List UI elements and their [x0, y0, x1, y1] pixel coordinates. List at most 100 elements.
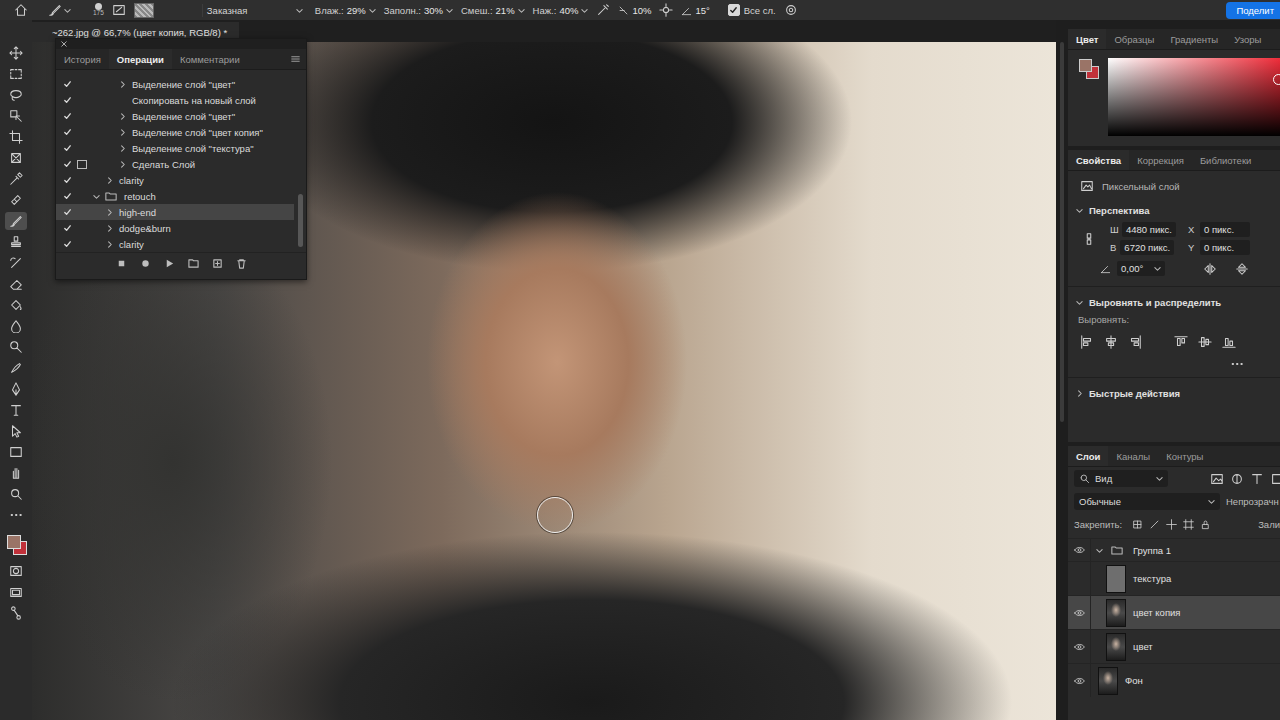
toggle-item-checkbox[interactable] — [60, 144, 74, 153]
layer-row[interactable]: Фон — [1068, 663, 1280, 697]
image-filter-icon[interactable] — [1210, 472, 1224, 486]
option-field[interactable]: Смеш.: 21% — [461, 5, 525, 16]
section-header[interactable]: Выровнять и распределить — [1068, 291, 1280, 314]
angle-field[interactable]: 15° — [681, 5, 709, 16]
tool-button[interactable] — [5, 212, 27, 230]
action-row[interactable]: Выделение слой "цвет" — [56, 76, 294, 92]
chevron-icon[interactable] — [1096, 547, 1103, 554]
checkbox[interactable] — [728, 4, 740, 16]
tool-button[interactable] — [5, 191, 27, 209]
align-icon[interactable] — [1080, 335, 1094, 349]
blend-mode-select[interactable]: Обычные — [1074, 493, 1220, 510]
expand-toggle[interactable] — [103, 209, 115, 216]
align-icon[interactable] — [1128, 335, 1142, 349]
panel-tab[interactable]: Градиенты — [1162, 29, 1226, 49]
expand-toggle[interactable] — [116, 113, 128, 120]
toggle-item-checkbox[interactable] — [60, 176, 74, 185]
brush-settings-icon[interactable] — [112, 3, 126, 17]
action-row[interactable]: Сделать Слой — [56, 156, 294, 172]
tool-button[interactable] — [5, 44, 27, 62]
record-icon[interactable] — [140, 258, 151, 269]
panel-tab[interactable]: Свойства — [1068, 150, 1129, 170]
tool-button[interactable] — [5, 233, 27, 251]
number-input[interactable]: 0 пикс. — [1200, 222, 1250, 237]
visibility-toggle[interactable] — [1068, 539, 1091, 561]
lock-artboard-icon[interactable] — [1183, 519, 1194, 530]
tool-button[interactable] — [5, 401, 27, 419]
number-input[interactable]: 0 пикс. — [1200, 240, 1250, 255]
action-row[interactable]: Выделение слой "цвет копия" — [56, 124, 294, 140]
shape-filter-icon[interactable] — [1270, 472, 1280, 486]
home-icon[interactable] — [14, 3, 28, 17]
panel-tab[interactable]: Коррекция — [1129, 150, 1192, 170]
mix-preset-select[interactable]: Заказная — [202, 4, 307, 17]
new-set-folder-icon[interactable] — [188, 258, 199, 269]
lock-pixels-icon[interactable] — [1132, 519, 1143, 530]
align-icon[interactable] — [1104, 335, 1118, 349]
lock-position-icon[interactable] — [1166, 519, 1177, 530]
toggle-item-checkbox[interactable] — [60, 96, 74, 105]
panel-tab[interactable]: Образцы — [1106, 29, 1162, 49]
toggle-item-checkbox[interactable] — [60, 128, 74, 137]
panel-tab[interactable]: История — [56, 49, 109, 69]
dialog-toggle[interactable] — [74, 160, 90, 169]
layer-row[interactable]: Группа 1 — [1068, 538, 1280, 561]
align-icon[interactable] — [1198, 335, 1212, 349]
tool-button[interactable] — [5, 464, 27, 482]
play-icon[interactable] — [164, 258, 175, 269]
tool-button[interactable] — [5, 65, 27, 83]
tool-button[interactable] — [5, 380, 27, 398]
lock-image-icon[interactable] — [1149, 519, 1160, 530]
toggle-item-checkbox[interactable] — [60, 160, 74, 169]
align-icon[interactable] — [1174, 335, 1188, 349]
tool-button[interactable] — [5, 170, 27, 188]
smoothing-gear-icon[interactable] — [659, 3, 673, 17]
panel-tab[interactable]: Узоры — [1226, 29, 1269, 49]
color-field[interactable] — [1108, 58, 1280, 136]
panel-tab[interactable]: Цвет — [1068, 29, 1106, 49]
visibility-toggle[interactable] — [1068, 562, 1091, 595]
tool-button[interactable] — [5, 485, 27, 503]
new-action-icon[interactable] — [212, 258, 223, 269]
toggle-item-checkbox[interactable] — [60, 208, 74, 217]
visibility-toggle[interactable] — [1068, 630, 1091, 663]
action-row[interactable]: Выделение слой "цвет" — [56, 108, 294, 124]
expand-toggle[interactable] — [116, 161, 128, 168]
expand-toggle[interactable] — [116, 129, 128, 136]
scrollbar-thumb[interactable] — [298, 194, 303, 246]
tool-button[interactable] — [5, 338, 27, 356]
foreground-color-swatch[interactable] — [7, 535, 21, 549]
tool-button[interactable] — [5, 317, 27, 335]
scrollbar[interactable] — [298, 76, 303, 250]
pattern-swatch[interactable] — [134, 3, 154, 18]
color-swatches[interactable] — [1078, 58, 1100, 80]
link-icon[interactable] — [1082, 232, 1096, 246]
action-row[interactable]: Скопировать на новый слой — [56, 92, 294, 108]
type-filter-icon[interactable] — [1250, 472, 1264, 486]
layer-row[interactable]: текстура — [1068, 561, 1280, 595]
expand-toggle[interactable] — [103, 177, 115, 184]
stop-icon[interactable] — [116, 258, 127, 269]
panel-menu-icon[interactable] — [291, 55, 300, 63]
close-icon[interactable] — [61, 41, 67, 47]
screen-mode-button[interactable] — [5, 583, 27, 601]
scrollbar-thumb[interactable] — [1060, 42, 1064, 422]
align-icon[interactable] — [1222, 335, 1236, 349]
trash-icon[interactable] — [236, 258, 247, 269]
lock-all-icon[interactable] — [1200, 519, 1211, 530]
foreground-color-swatch[interactable] — [1079, 59, 1092, 72]
option-field[interactable]: Заполн.: 30% — [384, 5, 453, 16]
panel-tab[interactable]: Каналы — [1108, 446, 1158, 466]
action-row[interactable]: dodge&burn — [56, 220, 294, 236]
visibility-toggle[interactable] — [1068, 596, 1091, 629]
tool-button[interactable] — [5, 296, 27, 314]
color-swatches[interactable] — [5, 533, 27, 555]
color-picker-handle[interactable] — [1273, 74, 1280, 85]
tool-button[interactable] — [5, 359, 27, 377]
share-button[interactable]: Поделит — [1226, 2, 1280, 19]
more-tools-button[interactable] — [5, 506, 27, 524]
layer-filter-select[interactable]: Вид — [1074, 470, 1168, 487]
tool-button[interactable] — [5, 254, 27, 272]
action-row[interactable]: clarity — [56, 172, 294, 188]
tool-button[interactable] — [5, 128, 27, 146]
